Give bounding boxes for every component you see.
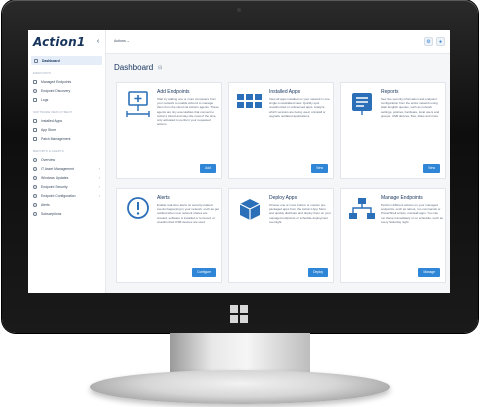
patch-icon: [33, 136, 37, 141]
chevron-right-icon: ›: [98, 175, 100, 180]
sidebar-item-label: Patch Management: [41, 136, 71, 141]
sidebar-item-label: Installed Apps: [41, 118, 63, 123]
card-title: Manage Endpoints: [381, 195, 423, 201]
windows-logo-icon: [230, 305, 248, 323]
sidebar-item-patch-management[interactable]: Patch Management: [28, 134, 105, 143]
grid-apps-icon: [237, 94, 262, 108]
card-description: Enable real-time alerts on security-rela…: [157, 203, 219, 224]
page-title-row: Dashboard ⊟: [114, 63, 162, 72]
sidebar-section-title: SOFTWARE DEPLOYMENT: [33, 110, 73, 114]
sidebar-item-dashboard[interactable]: Dashboard: [31, 56, 102, 65]
subscriptions-icon: [33, 211, 37, 216]
network-icon: [349, 198, 375, 219]
box-icon: [239, 199, 261, 220]
card-description: Start by adding one or more computers fr…: [157, 97, 219, 127]
top-bar: Actions ⌄ ⚙ ●: [106, 30, 450, 54]
sidebar-item-label: Subscriptions: [41, 211, 62, 216]
app-logo: Action1: [33, 35, 86, 49]
card-description: View all apps installed on your network …: [269, 97, 330, 118]
add-endpoint-icon: [126, 91, 150, 117]
chevron-right-icon: ›: [98, 193, 100, 198]
view-button[interactable]: View: [311, 164, 328, 173]
add-button[interactable]: Add: [200, 164, 216, 173]
sidebar-item-label: Logs: [41, 97, 49, 102]
card-description: See live security information and endpoi…: [381, 97, 440, 118]
card-reports: Reports See live security information an…: [340, 82, 446, 179]
page-title: Dashboard: [114, 63, 154, 72]
sidebar-item-label: Dashboard: [42, 58, 60, 63]
card-manage-endpoints: Manage Endpoints Perform different actio…: [340, 188, 446, 283]
monitor-base: [90, 370, 390, 404]
logo-row: Action1 ‹: [28, 30, 105, 54]
card-title: Add Endpoints: [157, 89, 190, 95]
sidebar-item-label: Managed Endpoints: [41, 79, 72, 84]
card-installed-apps: Installed Apps View all apps installed o…: [228, 82, 334, 179]
endpoints-icon: [33, 79, 37, 84]
card-description: Perform different actions on your manage…: [381, 203, 443, 224]
search-icon: [33, 88, 37, 93]
sidebar-item-label: IT Asset Management: [41, 166, 74, 171]
sidebar-section-title: ENDPOINTS: [33, 71, 52, 75]
configure-button[interactable]: Configure: [192, 268, 216, 277]
sidebar-item-endpoint-discovery[interactable]: Endpoint Discovery: [28, 86, 105, 95]
customize-icon[interactable]: ⊟: [158, 65, 162, 71]
manage-button[interactable]: Manage: [418, 268, 440, 277]
card-description: Choose one or more built-in or custom pr…: [269, 203, 331, 224]
sidebar-item-endpoint-security[interactable]: Endpoint Security ›: [28, 182, 105, 191]
sidebar-item-endpoint-configuration[interactable]: Endpoint Configuration ›: [28, 191, 105, 200]
chevron-right-icon: ›: [98, 166, 100, 171]
configuration-icon: [33, 193, 37, 198]
report-icon: [352, 93, 372, 115]
logs-icon: [33, 97, 37, 102]
chevron-right-icon: ›: [98, 184, 100, 189]
screen: Action1 ‹ Dashboard ENDPOINTS Managed En…: [28, 30, 450, 293]
sidebar-item-installed-apps[interactable]: Installed Apps: [28, 116, 105, 125]
sidebar-item-label: Alerts: [41, 202, 50, 207]
security-icon: [33, 184, 37, 189]
sidebar-item-it-asset-management[interactable]: IT Asset Management ›: [28, 164, 105, 173]
sidebar-item-label: Endpoint Security: [41, 184, 68, 189]
card-title: Deploy Apps: [269, 195, 298, 201]
card-alerts: Alerts Enable real-time alerts on securi…: [116, 188, 222, 283]
sidebar-item-label: Endpoint Discovery: [41, 88, 71, 93]
sidebar-item-windows-updates[interactable]: Windows Updates ›: [28, 173, 105, 182]
sidebar-item-label: Endpoint Configuration: [41, 193, 76, 198]
sidebar-item-logs[interactable]: Logs: [28, 95, 105, 104]
store-icon: [33, 127, 37, 132]
dashboard-icon: [34, 58, 38, 63]
card-add-endpoints: Add Endpoints Start by adding one or mor…: [116, 82, 222, 179]
card-deploy-apps: Deploy Apps Choose one or more built-in …: [228, 188, 334, 283]
sidebar-item-subscriptions[interactable]: Subscriptions: [28, 209, 105, 218]
deploy-button[interactable]: Deploy: [308, 268, 328, 277]
asset-icon: [33, 166, 37, 171]
view-button[interactable]: View: [423, 164, 440, 173]
alert-icon: [127, 197, 149, 219]
sidebar-item-label: Overview: [41, 157, 56, 162]
sidebar-section-title: REPORTS & ALERTS: [33, 149, 64, 153]
alerts-icon: [33, 202, 37, 207]
sidebar-item-overview[interactable]: Overview: [28, 155, 105, 164]
sidebar-item-label: App Store: [41, 127, 57, 132]
sidebar-item-app-store[interactable]: App Store: [28, 125, 105, 134]
card-title: Alerts: [157, 195, 170, 201]
sidebar-item-managed-endpoints[interactable]: Managed Endpoints: [28, 77, 105, 86]
actions-menu[interactable]: Actions ⌄: [114, 39, 130, 43]
sidebar: Action1 ‹ Dashboard ENDPOINTS Managed En…: [28, 30, 106, 293]
collapse-sidebar-icon[interactable]: ‹: [94, 38, 102, 46]
card-title: Installed Apps: [269, 89, 301, 95]
user-menu-icon[interactable]: ●: [436, 37, 445, 46]
settings-gear-icon[interactable]: ⚙: [424, 37, 433, 46]
sidebar-item-label: Windows Updates: [41, 175, 69, 180]
updates-icon: [33, 175, 37, 180]
overview-icon: [33, 157, 37, 162]
sidebar-item-alerts[interactable]: Alerts: [28, 200, 105, 209]
card-title: Reports: [381, 89, 399, 95]
webcam: [237, 8, 241, 12]
apps-icon: [33, 118, 37, 123]
